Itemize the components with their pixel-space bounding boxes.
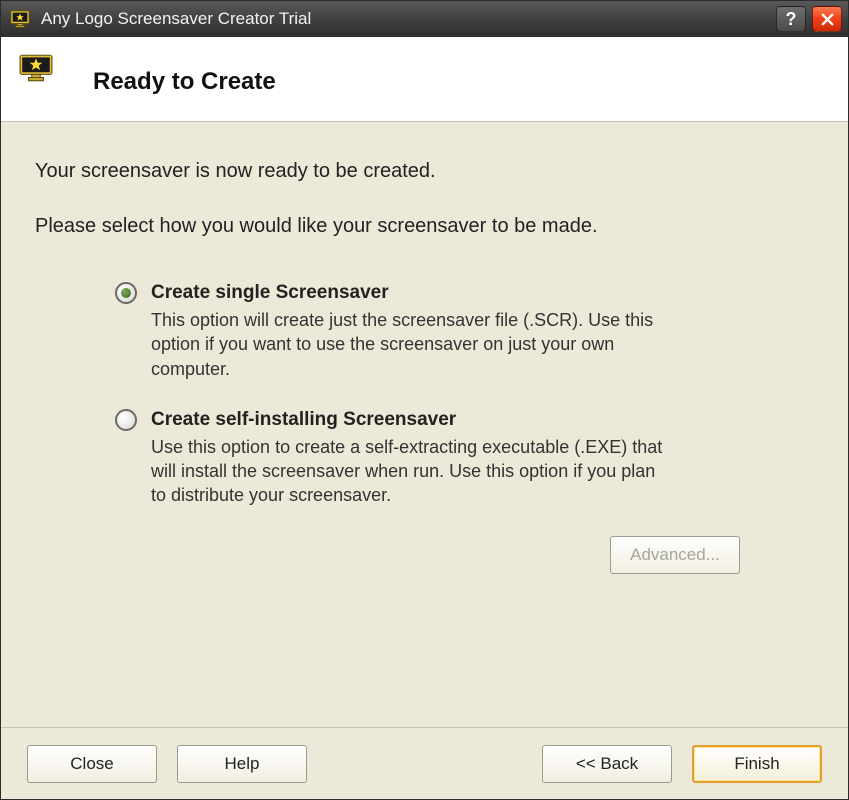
option-title: Create single Screensaver (151, 282, 389, 304)
radio-single-screensaver[interactable] (115, 282, 137, 304)
option-description: Use this option to create a self-extract… (151, 435, 671, 508)
radio-self-installing[interactable] (115, 409, 137, 431)
option-title: Create self-installing Screensaver (151, 409, 456, 431)
option-description: This option will create just the screens… (151, 308, 671, 381)
option-self-installing: Create self-installing Screensaver Use t… (115, 409, 758, 508)
wizard-header: Ready to Create (1, 37, 848, 122)
finish-button[interactable]: Finish (692, 745, 822, 783)
monitor-icon (19, 53, 53, 87)
wizard-content: Your screensaver is now ready to be crea… (1, 122, 848, 727)
wizard-footer: Close Help << Back Finish (1, 727, 848, 799)
titlebar: Any Logo Screensaver Creator Trial ? (1, 1, 848, 37)
intro-text: Your screensaver is now ready to be crea… (35, 160, 818, 183)
help-button[interactable]: Help (177, 745, 307, 783)
back-button[interactable]: << Back (542, 745, 672, 783)
close-button[interactable]: Close (27, 745, 157, 783)
wizard-window: Any Logo Screensaver Creator Trial ? Rea… (0, 0, 849, 800)
advanced-button[interactable]: Advanced... (610, 536, 740, 574)
instruction-text: Please select how you would like your sc… (35, 215, 818, 238)
option-single-screensaver: Create single Screensaver This option wi… (115, 282, 758, 381)
window-title: Any Logo Screensaver Creator Trial (41, 9, 770, 29)
page-title: Ready to Create (93, 68, 276, 96)
close-icon[interactable] (812, 6, 842, 32)
app-icon (9, 8, 31, 30)
help-icon[interactable]: ? (776, 6, 806, 32)
